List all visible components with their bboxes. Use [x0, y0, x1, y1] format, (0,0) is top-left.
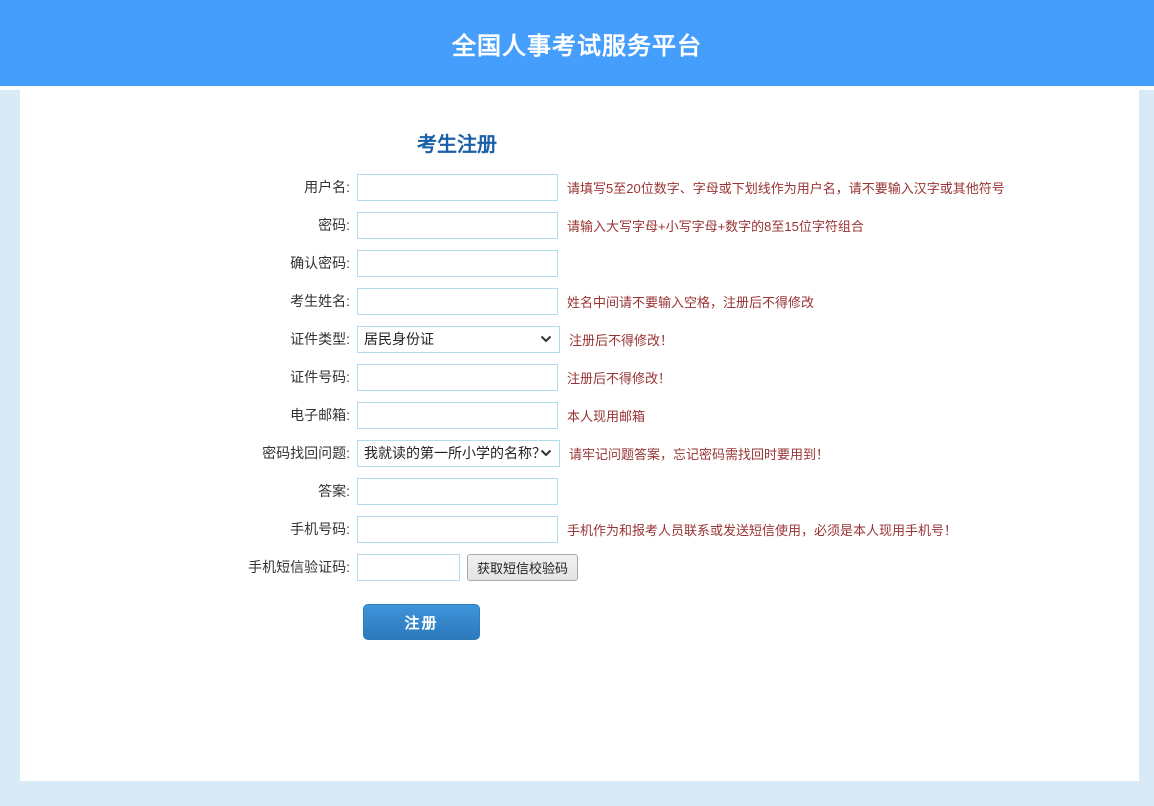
chevron-down-icon — [540, 335, 552, 343]
form-row-confirm-password: 确认密码: — [20, 244, 1139, 282]
email-hint: 本人现用邮箱 — [567, 406, 645, 425]
sms-code-input[interactable] — [357, 554, 460, 581]
id-type-select[interactable]: 居民身份证 — [357, 326, 560, 353]
id-type-hint: 注册后不得修改！ — [569, 330, 673, 349]
mobile-label: 手机号码: — [20, 519, 350, 539]
id-number-input[interactable] — [357, 364, 558, 391]
form-row-id-type: 证件类型: 居民身份证 注册后不得修改！ — [20, 320, 1139, 358]
username-hint: 请填写5至20位数字、字母或下划线作为用户名，请不要输入汉字或其他符号 — [567, 178, 1005, 197]
form-row-id-number: 证件号码: 注册后不得修改！ — [20, 358, 1139, 396]
confirm-password-label: 确认密码: — [20, 253, 350, 273]
get-sms-code-button[interactable]: 获取短信校验码 — [467, 554, 578, 581]
form-row-sms-code: 手机短信验证码: 获取短信校验码 — [20, 548, 1139, 586]
password-question-label: 密码找回问题: — [20, 443, 350, 463]
form-row-mobile: 手机号码: 手机作为和报考人员联系或发送短信使用，必须是本人现用手机号！ — [20, 510, 1139, 548]
form-row-answer: 答案: — [20, 472, 1139, 510]
username-input[interactable] — [357, 174, 558, 201]
password-input[interactable] — [357, 212, 558, 239]
password-question-select[interactable]: 我就读的第一所小学的名称？ — [357, 440, 560, 467]
chevron-down-icon — [540, 449, 552, 457]
password-question-hint: 请牢记问题答案，忘记密码需找回时要用到！ — [569, 444, 829, 463]
candidate-name-hint: 姓名中间请不要输入空格，注册后不得修改 — [567, 292, 814, 311]
email-field[interactable] — [357, 402, 558, 429]
form-row-password-question: 密码找回问题: 我就读的第一所小学的名称？ 请牢记问题答案，忘记密码需找回时要用… — [20, 434, 1139, 472]
page-title: 考生注册 — [417, 90, 497, 157]
mobile-input[interactable] — [357, 516, 558, 543]
answer-label: 答案: — [20, 481, 350, 501]
id-type-selected-value: 居民身份证 — [364, 329, 540, 349]
registration-panel: 考生注册 用户名: 请填写5至20位数字、字母或下划线作为用户名，请不要输入汉字… — [20, 90, 1139, 781]
id-number-hint: 注册后不得修改！ — [567, 368, 671, 387]
password-question-selected-value: 我就读的第一所小学的名称？ — [364, 443, 540, 463]
password-label: 密码: — [20, 215, 350, 235]
mobile-hint: 手机作为和报考人员联系或发送短信使用，必须是本人现用手机号！ — [567, 520, 957, 539]
form-row-email: 电子邮箱: 本人现用邮箱 — [20, 396, 1139, 434]
id-number-label: 证件号码: — [20, 367, 350, 387]
sms-code-label: 手机短信验证码: — [20, 557, 350, 577]
answer-input[interactable] — [357, 478, 558, 505]
site-title: 全国人事考试服务平台 — [452, 26, 702, 61]
register-button[interactable]: 注册 — [363, 604, 480, 640]
username-label: 用户名: — [20, 177, 350, 197]
email-label: 电子邮箱: — [20, 405, 350, 425]
candidate-name-input[interactable] — [357, 288, 558, 315]
id-type-label: 证件类型: — [20, 329, 350, 349]
site-header: 全国人事考试服务平台 — [0, 0, 1154, 86]
form-row-username: 用户名: 请填写5至20位数字、字母或下划线作为用户名，请不要输入汉字或其他符号 — [20, 168, 1139, 206]
password-hint: 请输入大写字母+小写字母+数字的8至15位字符组合 — [567, 216, 864, 235]
confirm-password-input[interactable] — [357, 250, 558, 277]
form-row-password: 密码: 请输入大写字母+小写字母+数字的8至15位字符组合 — [20, 206, 1139, 244]
form-row-candidate-name: 考生姓名: 姓名中间请不要输入空格，注册后不得修改 — [20, 282, 1139, 320]
candidate-name-label: 考生姓名: — [20, 291, 350, 311]
